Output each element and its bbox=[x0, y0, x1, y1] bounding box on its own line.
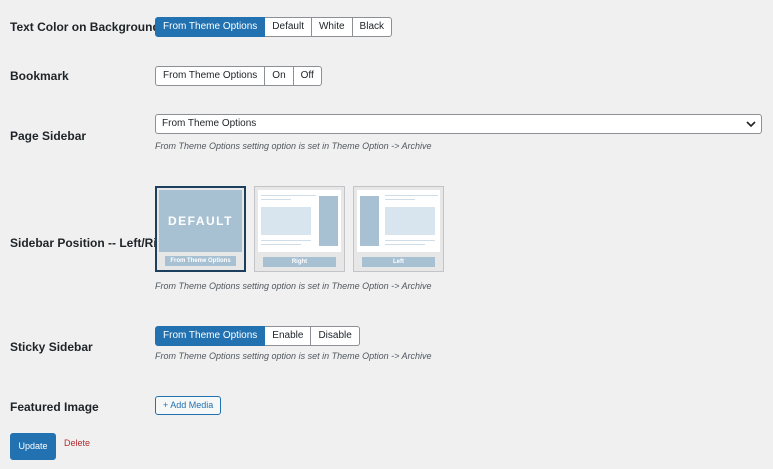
bookmark-button-group: From Theme Options On Off bbox=[155, 66, 322, 86]
mock-sidebar-block bbox=[360, 196, 379, 246]
page-sidebar-help: From Theme Options setting option is set… bbox=[155, 141, 432, 151]
layout-option-theme-caption: From Theme Options bbox=[165, 256, 236, 266]
layout-default-text: DEFAULT bbox=[168, 214, 233, 228]
layout-default-preview: DEFAULT bbox=[159, 190, 242, 252]
mock-line bbox=[261, 240, 311, 241]
add-media-button[interactable]: + Add Media bbox=[155, 396, 222, 415]
text-color-option-default[interactable]: Default bbox=[265, 17, 312, 37]
sticky-sidebar-help: From Theme Options setting option is set… bbox=[155, 351, 432, 361]
layout-option-left[interactable]: Left bbox=[353, 186, 444, 272]
featured-image-label: Featured Image bbox=[10, 400, 99, 414]
update-button[interactable]: Update bbox=[10, 433, 56, 460]
page-sidebar-select-value: From Theme Options bbox=[162, 118, 257, 129]
mock-line bbox=[261, 195, 316, 196]
mock-line bbox=[385, 244, 425, 245]
text-color-button-group: From Theme Options Default White Black bbox=[155, 17, 392, 37]
sidebar-position-label: Sidebar Position -- Left/Right bbox=[10, 236, 176, 250]
right-sidebar-preview bbox=[258, 190, 341, 252]
sticky-option-theme[interactable]: From Theme Options bbox=[155, 326, 266, 346]
left-sidebar-preview bbox=[357, 190, 440, 252]
layout-option-left-caption: Left bbox=[362, 257, 435, 267]
sticky-option-disable[interactable]: Disable bbox=[311, 326, 360, 346]
layout-option-right-caption: Right bbox=[263, 257, 336, 267]
text-color-option-black[interactable]: Black bbox=[352, 17, 392, 37]
layout-option-theme[interactable]: DEFAULT From Theme Options bbox=[155, 186, 246, 272]
text-color-option-white[interactable]: White bbox=[311, 17, 353, 37]
mock-line bbox=[385, 195, 438, 196]
bookmark-option-theme[interactable]: From Theme Options bbox=[155, 66, 266, 86]
mock-line bbox=[385, 199, 415, 200]
bookmark-label: Bookmark bbox=[10, 69, 69, 83]
mock-sidebar-block bbox=[319, 196, 338, 246]
text-color-option-theme[interactable]: From Theme Options bbox=[155, 17, 266, 37]
page-sidebar-label: Page Sidebar bbox=[10, 129, 87, 143]
sticky-sidebar-button-group: From Theme Options Enable Disable bbox=[155, 326, 360, 346]
mock-line bbox=[385, 240, 435, 241]
mock-line bbox=[261, 199, 291, 200]
page-sidebar-select[interactable]: From Theme Options bbox=[155, 114, 762, 134]
sidebar-position-help: From Theme Options setting option is set… bbox=[155, 281, 432, 291]
bookmark-option-off[interactable]: Off bbox=[293, 66, 322, 86]
mock-content-block bbox=[385, 207, 435, 235]
delete-link[interactable]: Delete bbox=[64, 438, 90, 448]
sticky-sidebar-label: Sticky Sidebar bbox=[10, 340, 93, 354]
layout-option-right[interactable]: Right bbox=[254, 186, 345, 272]
mock-line bbox=[261, 244, 301, 245]
bookmark-option-on[interactable]: On bbox=[265, 66, 294, 86]
sticky-option-enable[interactable]: Enable bbox=[265, 326, 312, 346]
mock-content-block bbox=[261, 207, 311, 235]
chevron-down-icon bbox=[746, 121, 756, 128]
